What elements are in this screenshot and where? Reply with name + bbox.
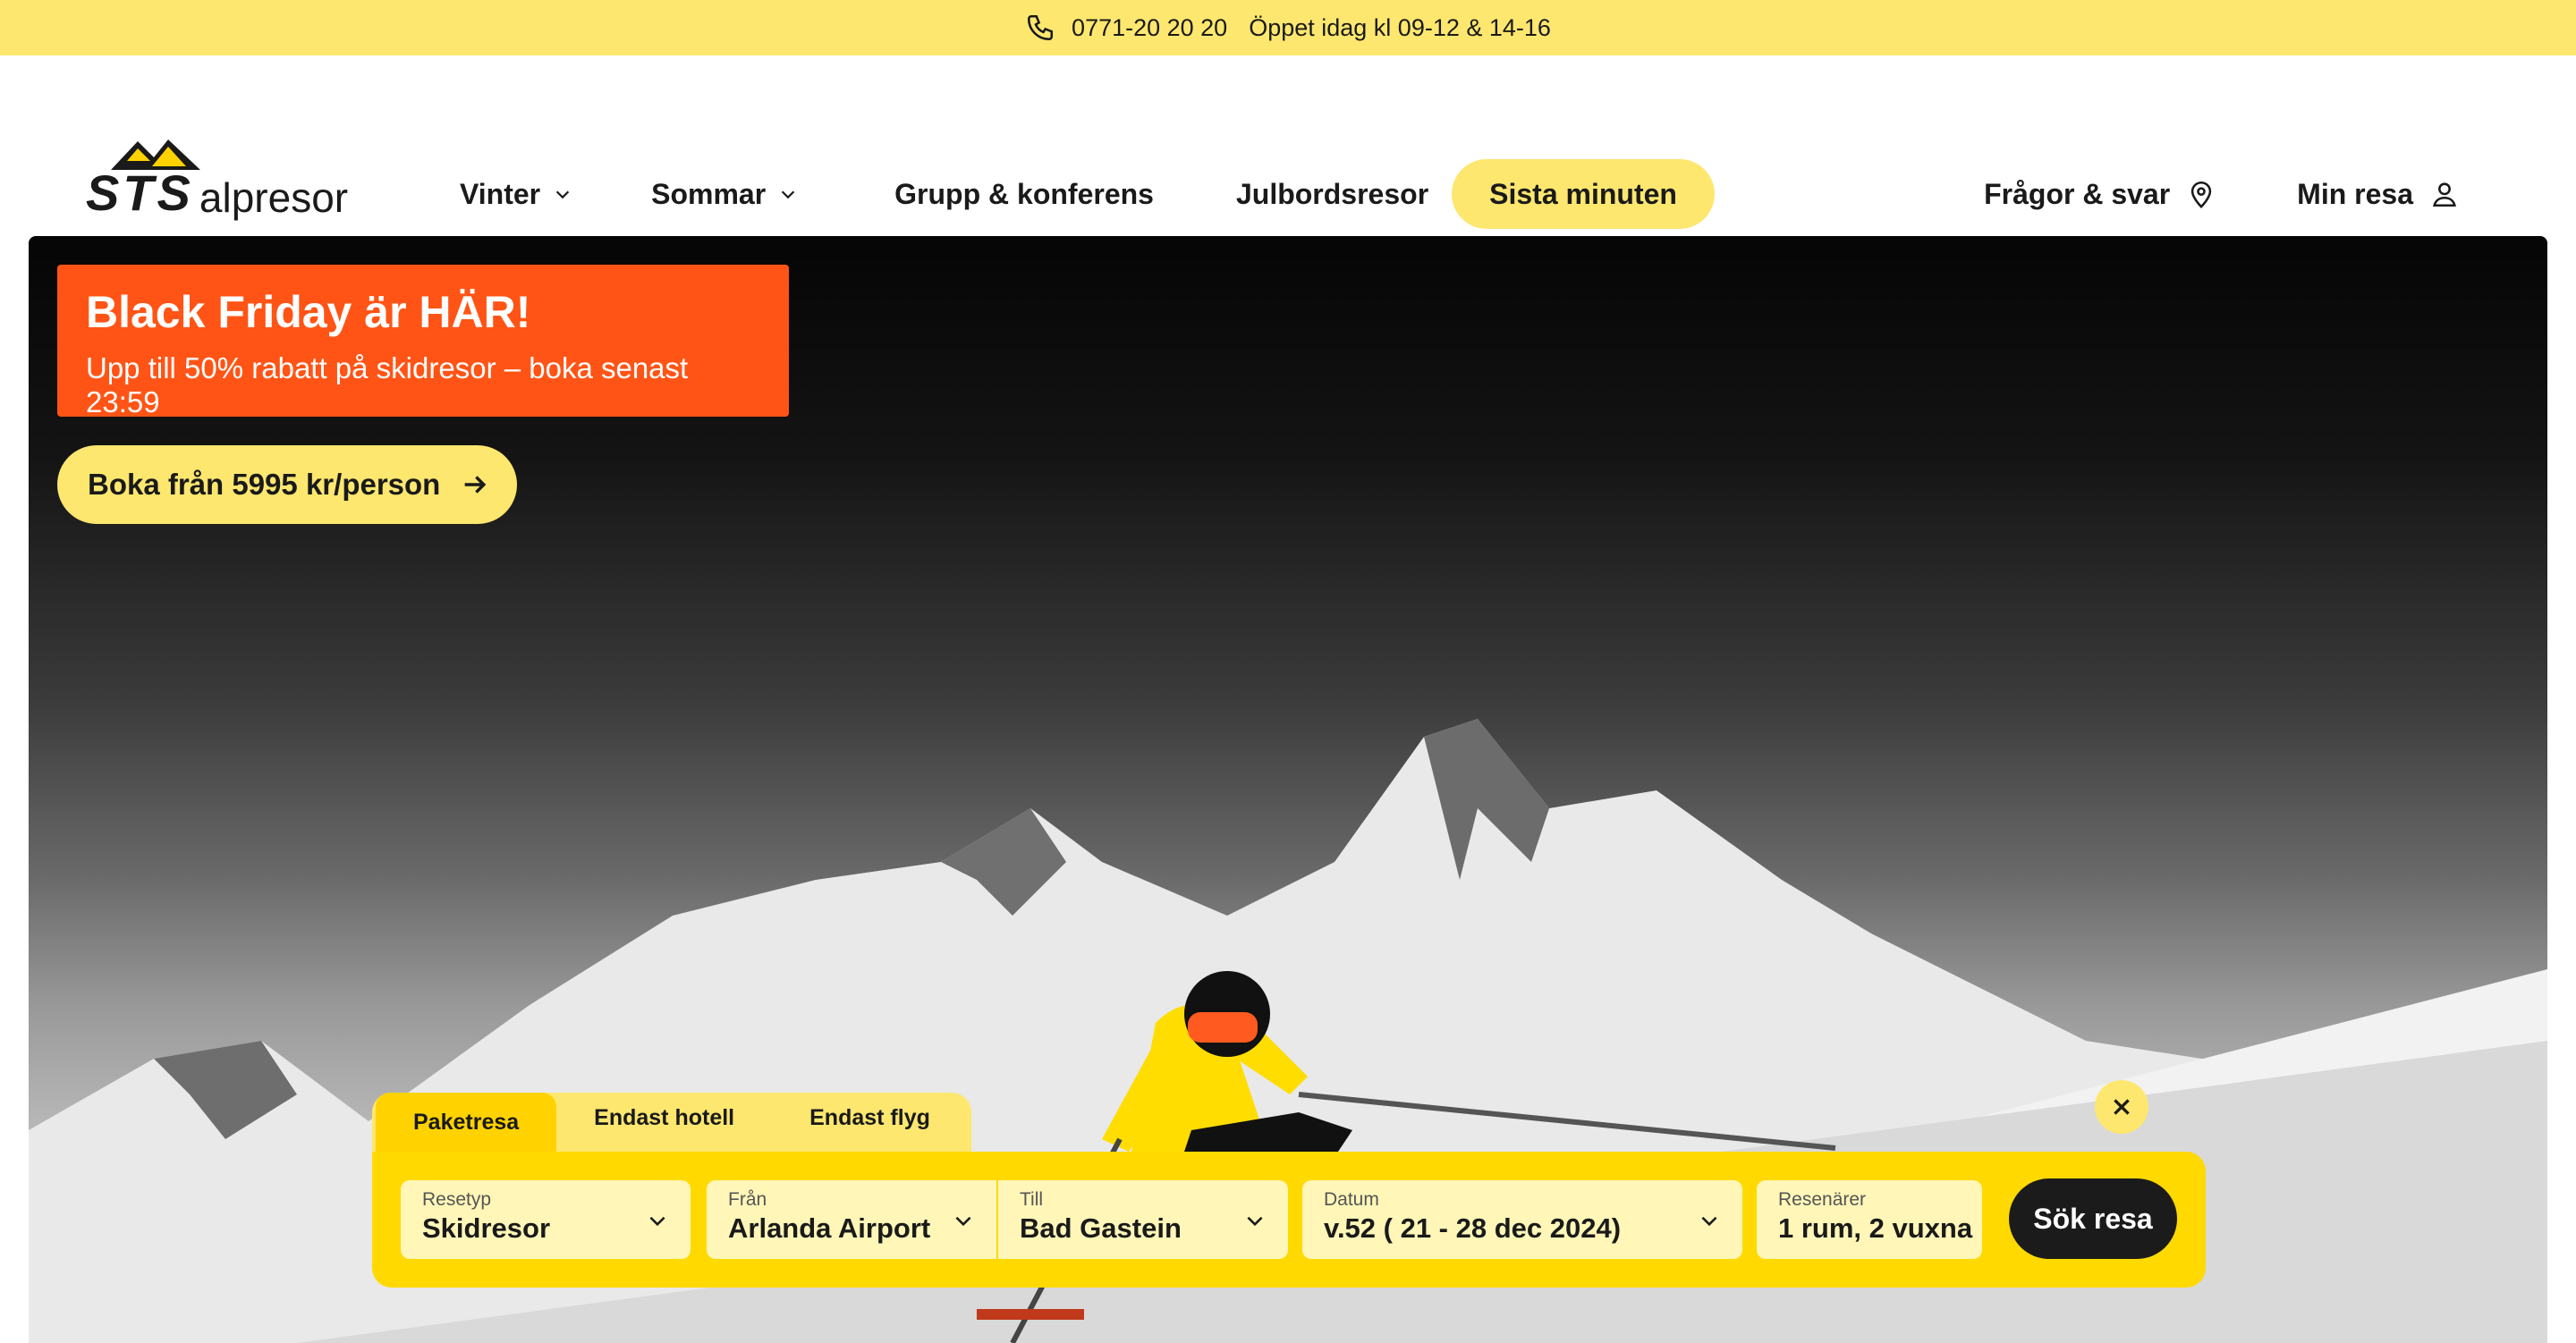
chevron-down-icon: [955, 1216, 971, 1227]
travellers-field[interactable]: Resenärer 1 rum, 2 vuxna: [1757, 1180, 1982, 1259]
logo[interactable]: STS alpresor: [86, 138, 348, 218]
nav-item-vinter[interactable]: Vinter: [438, 159, 594, 229]
date-select[interactable]: Datum v.52 ( 21 - 28 dec 2024): [1302, 1180, 1742, 1259]
field-label: Resetyp: [422, 1189, 492, 1210]
close-icon: [2114, 1099, 2130, 1115]
from-select[interactable]: Från Arlanda Airport: [707, 1180, 996, 1259]
location-pin-icon: [2190, 181, 2212, 208]
search-submit-button[interactable]: Sök resa: [2009, 1178, 2177, 1259]
nav-item-julbord[interactable]: Julbordsresor: [1215, 159, 1450, 229]
nav-item-sista-minuten[interactable]: Sista minuten: [1452, 159, 1715, 229]
tab-endast-hotell[interactable]: Endast hotell: [556, 1093, 772, 1143]
faq-link[interactable]: Frågor & svar: [1984, 178, 2216, 211]
tab-endast-flyg[interactable]: Endast flyg: [772, 1093, 968, 1143]
promo-title: Black Friday är HÄR!: [86, 287, 531, 337]
field-label: Resenärer: [1778, 1189, 1867, 1210]
search-panel: Resetyp Skidresor Från Arlanda Airport T…: [372, 1152, 2206, 1288]
arrow-right-icon: [465, 476, 487, 494]
chevron-down-icon: [649, 1216, 665, 1227]
to-select[interactable]: Till Bad Gastein: [998, 1180, 1288, 1259]
main-nav: Vinter Sommar Grupp & konferens Julbords…: [438, 159, 1715, 229]
chevron-down-icon: [1247, 1216, 1263, 1227]
site-header: STS alpresor Vinter Sommar Grupp & konfe…: [0, 55, 2576, 236]
top-info-bar: 0771-20 20 20 Öppet idag kl 09-12 & 14-1…: [0, 0, 2576, 55]
field-label: Datum: [1324, 1189, 1379, 1210]
promo-subtitle: Upp till 50% rabatt på skidresor – boka …: [86, 351, 689, 418]
utility-nav: Frågor & svar Min resa: [1984, 159, 2460, 229]
chevron-down-icon: [781, 190, 795, 199]
phone-icon: [1028, 14, 1054, 41]
mountain-logo-icon: [111, 139, 200, 170]
field-value: v.52 ( 21 - 28 dec 2024): [1324, 1212, 1622, 1244]
nav-item-grupp[interactable]: Grupp & konferens: [873, 159, 1175, 229]
nav-item-sommar[interactable]: Sommar: [630, 159, 819, 229]
chevron-down-icon: [1701, 1216, 1717, 1227]
logo-mark: STS: [86, 165, 194, 221]
tab-paketresa[interactable]: Paketresa: [376, 1093, 557, 1152]
field-value: 1 rum, 2 vuxna: [1778, 1212, 1973, 1244]
logo-name: alpresor: [199, 174, 349, 221]
field-label: Till: [1020, 1189, 1044, 1210]
opening-hours: Öppet idag kl 09-12 & 14-16: [1249, 13, 1551, 41]
account-link[interactable]: Min resa: [2297, 178, 2460, 211]
user-icon: [2433, 182, 2456, 207]
field-value: Skidresor: [422, 1212, 551, 1244]
field-value: Bad Gastein: [1020, 1212, 1182, 1244]
field-value: Arlanda Airport: [728, 1212, 931, 1244]
phone-link[interactable]: 0771-20 20 20: [1025, 13, 1227, 43]
book-cta-button[interactable]: Boka från 5995 kr/person: [57, 445, 518, 524]
promo-box: Black Friday är HÄR! Upp till 50% rabatt…: [57, 265, 789, 418]
resetyp-select[interactable]: Resetyp Skidresor: [401, 1180, 691, 1259]
chevron-down-icon: [555, 190, 570, 199]
close-search-button[interactable]: [2095, 1080, 2148, 1134]
field-label: Från: [728, 1189, 767, 1210]
search-tabs: Paketresa Endast hotell Endast flyg: [372, 1093, 971, 1152]
phone-number[interactable]: 0771-20 20 20: [1072, 14, 1227, 42]
